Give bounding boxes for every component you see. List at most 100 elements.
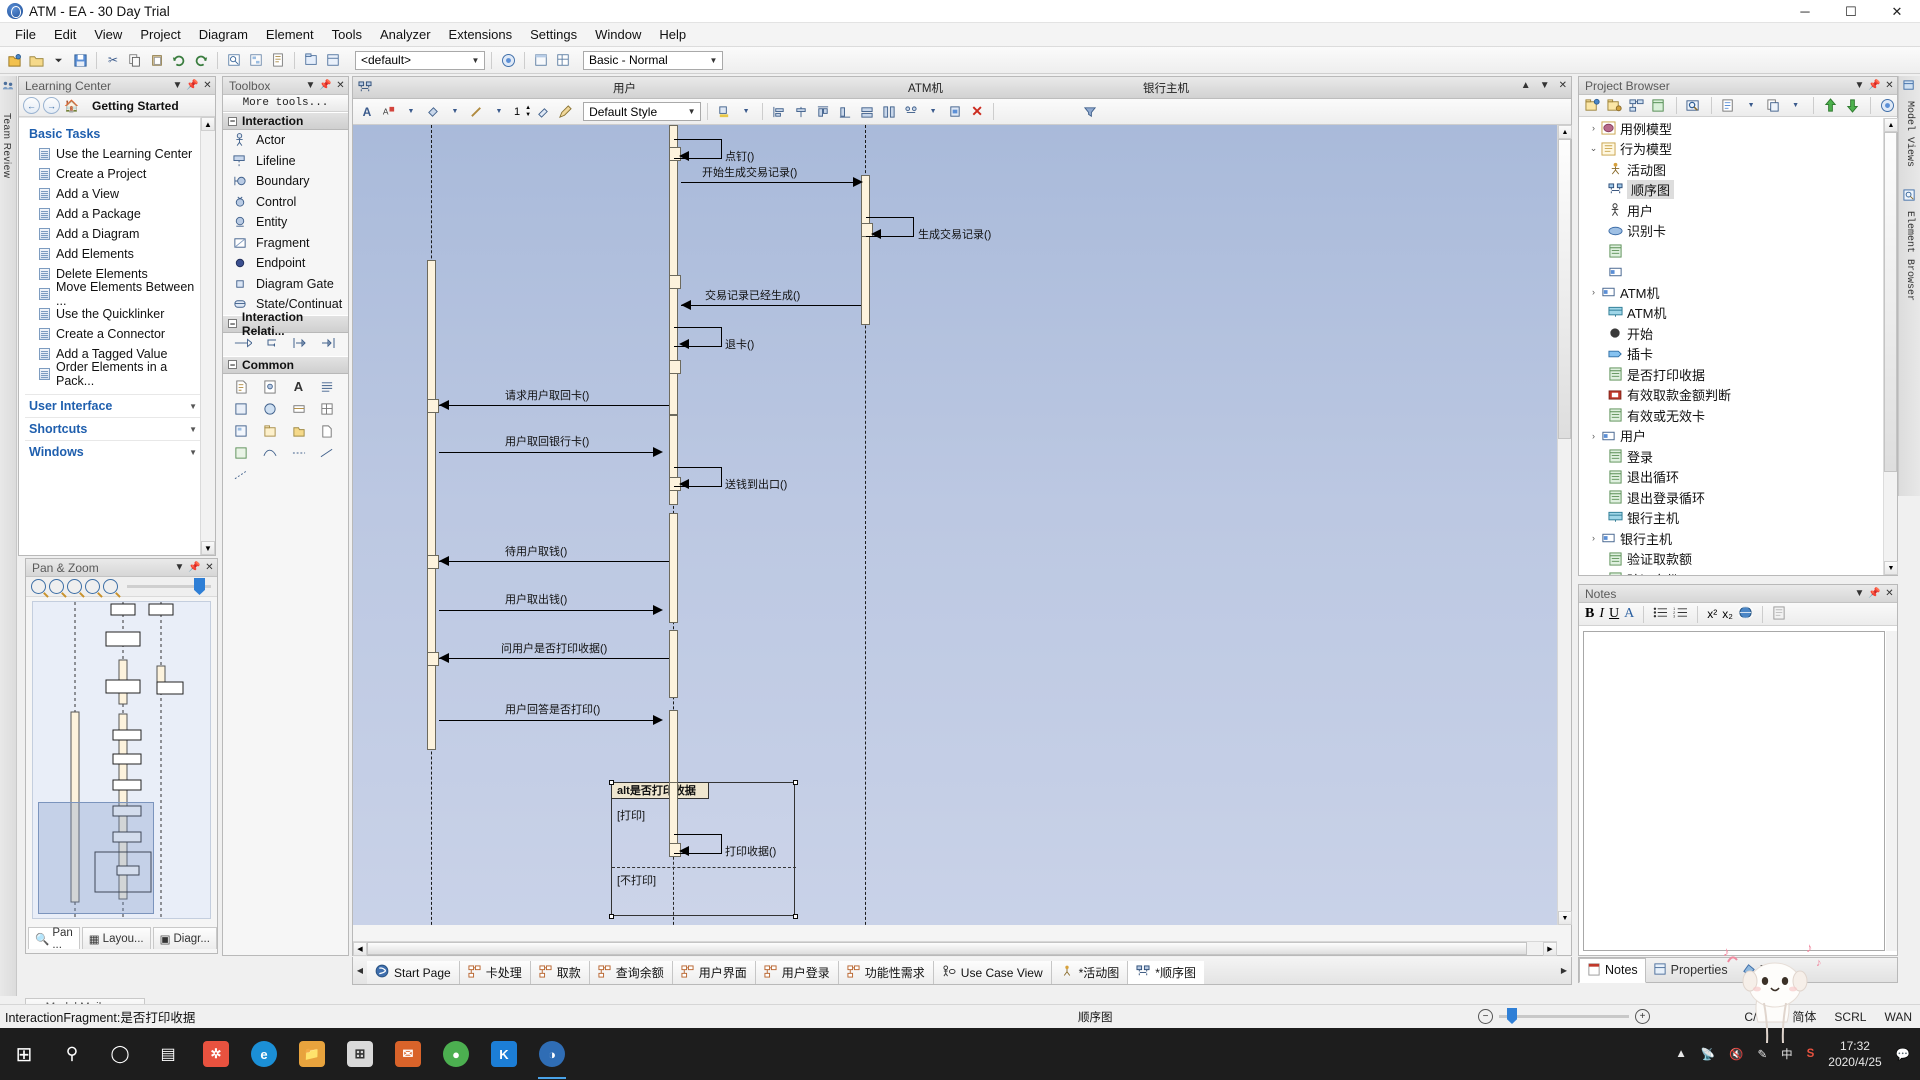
close-button[interactable]: ✕	[1874, 0, 1920, 23]
close-icon[interactable]: ✕	[200, 80, 215, 91]
learning-center-scrollbar[interactable]: ▲ ▼	[200, 117, 215, 555]
toolbox-item-boundary[interactable]: Boundary	[223, 171, 348, 192]
subscript-button[interactable]: x₂	[1722, 607, 1733, 621]
tab-user-login[interactable]: 用户登录	[754, 961, 838, 984]
tab-functional-requirements[interactable]: 功能性需求	[837, 961, 933, 984]
forward-icon[interactable]: →	[43, 97, 60, 114]
toolbox-item-diagram-gate[interactable]: Diagram Gate	[223, 274, 348, 295]
anchor-icon[interactable]	[231, 466, 251, 484]
pin-icon[interactable]: 📌	[185, 80, 200, 91]
menu-item-project[interactable]: Project	[131, 24, 189, 45]
stepper-down-icon[interactable]: ▼	[525, 112, 531, 118]
zoom-actual-icon[interactable]	[67, 579, 82, 594]
message-label[interactable]: 送钱到出口()	[725, 476, 787, 492]
learning-item[interactable]: Add a Package	[25, 204, 203, 224]
msg-endpoint-box[interactable]	[427, 555, 439, 569]
font-icon[interactable]: A	[357, 102, 377, 122]
tree-row-login[interactable]: 登录	[1579, 446, 1883, 467]
collapse-icon[interactable]: −	[228, 116, 237, 126]
scroll-up-icon[interactable]: ▲	[201, 117, 215, 131]
kugou-icon[interactable]: K	[480, 1028, 528, 1080]
new-project-icon[interactable]	[4, 50, 24, 70]
learning-item[interactable]: Order Elements in a Pack...	[25, 360, 203, 388]
same-width-icon[interactable]	[857, 102, 877, 122]
message-line[interactable]	[439, 610, 661, 611]
zoom-in-icon[interactable]	[31, 579, 46, 594]
minimize-button[interactable]: ─	[1782, 0, 1828, 23]
msg-endpoint-box[interactable]	[427, 399, 439, 413]
superscript-button[interactable]: x²	[1707, 607, 1717, 621]
notes-scrollbar[interactable]	[1886, 631, 1897, 951]
tab-use-case-view[interactable]: Use Case View	[932, 961, 1051, 984]
tree-row-blank-lifeline-1[interactable]	[1579, 262, 1883, 283]
insert-document-icon[interactable]	[1772, 605, 1786, 623]
selection-handle[interactable]	[793, 914, 798, 919]
menu-item-analyzer[interactable]: Analyzer	[371, 24, 440, 45]
search-icon[interactable]	[1685, 96, 1703, 116]
chevron-down-icon[interactable]: ▼	[1742, 96, 1760, 116]
home-icon[interactable]: 🏠	[63, 97, 80, 114]
redo-icon[interactable]	[191, 50, 211, 70]
zoom-out-button[interactable]: −	[1478, 1009, 1493, 1024]
zoom-fit-icon[interactable]	[85, 579, 100, 594]
toolbox-item-fragment[interactable]: Fragment	[223, 233, 348, 254]
close-icon[interactable]: ✕	[202, 562, 217, 573]
message-line[interactable]	[439, 452, 661, 453]
message-line[interactable]	[681, 182, 861, 183]
mail-icon[interactable]: ✉	[384, 1028, 432, 1080]
close-icon[interactable]: ✕	[1882, 80, 1897, 91]
tree-row-exit-login-loop[interactable]: 退出登录循环	[1579, 487, 1883, 508]
tree-row-atm-lifeline[interactable]: › ATM机	[1579, 282, 1883, 303]
learning-section-shortcuts[interactable]: Shortcuts ▼	[25, 417, 203, 440]
selection-handle[interactable]	[793, 780, 798, 785]
tree-row-valid-or-invalid-card[interactable]: 有效或无效卡	[1579, 405, 1883, 426]
chevron-down-icon[interactable]: ▼	[189, 425, 197, 434]
message-label[interactable]: 退卡()	[725, 336, 754, 352]
project-browser-scrollbar[interactable]: ▲ ▼	[1883, 118, 1898, 575]
message-label[interactable]: 请求用户取回卡()	[505, 387, 589, 403]
open-project-icon[interactable]	[26, 50, 46, 70]
edge-icon[interactable]: e	[240, 1028, 288, 1080]
message-label[interactable]: 交易记录已经生成()	[705, 287, 800, 303]
list-number-icon[interactable]: 123	[1673, 606, 1688, 622]
vtab-team-review[interactable]: Team Review	[0, 95, 13, 197]
add-package-icon[interactable]	[1605, 96, 1623, 116]
tab-sequence-diagram[interactable]: *顺序图	[1127, 961, 1204, 984]
scroll-left-icon[interactable]: ◀	[353, 942, 367, 956]
connector-icon[interactable]	[260, 444, 280, 462]
more-tools-button[interactable]: More tools...	[223, 95, 348, 112]
search-model-icon[interactable]	[224, 50, 244, 70]
message-label[interactable]: 点钉()	[725, 148, 754, 164]
delete-icon[interactable]: ✕	[967, 102, 987, 122]
menu-item-help[interactable]: Help	[650, 24, 695, 45]
tree-row-usecase-model[interactable]: › 用例模型	[1579, 118, 1883, 139]
chevron-down-icon[interactable]: ▼	[707, 56, 720, 65]
highlight-icon[interactable]	[714, 102, 734, 122]
right-tab-notes[interactable]: Notes	[1579, 957, 1646, 983]
tree-row-exit-loop[interactable]: 退出循环	[1579, 467, 1883, 488]
msg-endpoint-box[interactable]	[669, 360, 681, 374]
boundary2-icon[interactable]	[231, 400, 251, 418]
folder-icon[interactable]	[289, 422, 309, 440]
message-label[interactable]: 开始生成交易记录()	[702, 164, 797, 180]
message-line[interactable]	[681, 305, 861, 306]
chevron-down-icon[interactable]: ▼	[469, 56, 482, 65]
network-icon[interactable]: 📡	[1701, 1047, 1715, 1061]
xmind-icon[interactable]: ✲	[192, 1028, 240, 1080]
expander-icon[interactable]: ›	[1587, 533, 1600, 543]
message-label[interactable]: 打印收据()	[725, 843, 776, 859]
toolbox-item-lifeline[interactable]: Lifeline	[223, 151, 348, 172]
chevron-down-icon[interactable]: ▼	[1852, 80, 1867, 91]
message-label[interactable]: 用户回答是否打印()	[505, 701, 600, 717]
taskbar-clock[interactable]: 17:32 2020/4/25	[1828, 1038, 1881, 1070]
new-diagram-icon[interactable]	[246, 50, 266, 70]
toolbox-item-control[interactable]: Control	[223, 192, 348, 213]
activation-atm-4[interactable]	[669, 630, 678, 698]
msg-endpoint-box[interactable]	[669, 275, 681, 289]
pen-icon[interactable]: ✎	[1757, 1047, 1767, 1061]
scroll-up-icon[interactable]: ▲	[1558, 125, 1572, 139]
tab-query-balance[interactable]: 查询余额	[588, 961, 672, 984]
element-browser-icon[interactable]	[1903, 189, 1916, 205]
tree-row-user-lifeline[interactable]: › 用户	[1579, 426, 1883, 447]
menu-item-tools[interactable]: Tools	[323, 24, 371, 45]
